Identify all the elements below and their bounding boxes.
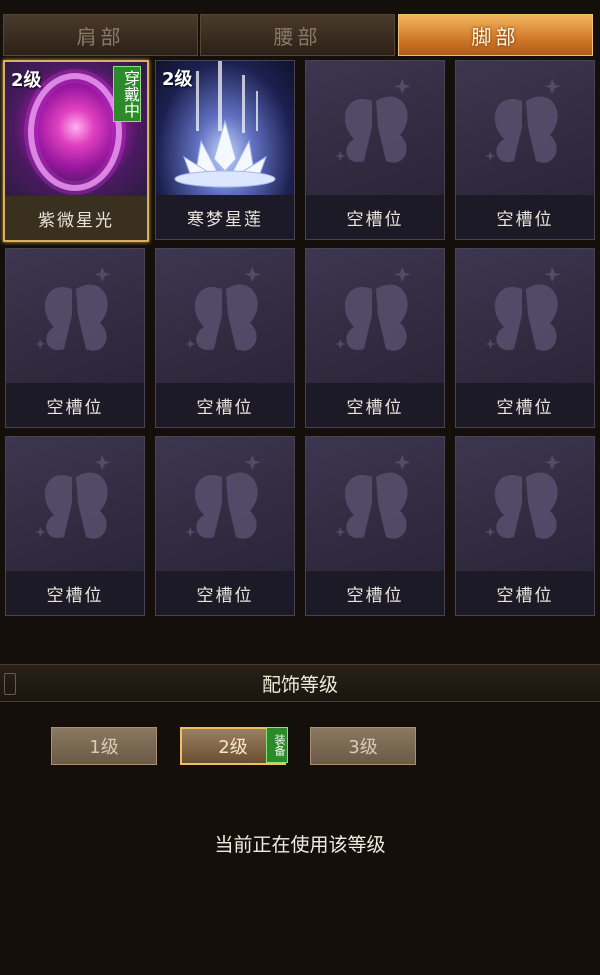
slot-name: 空槽位 (306, 195, 444, 239)
slot-name: 空槽位 (456, 195, 594, 239)
butterfly-placeholder-icon (306, 437, 444, 571)
slot-name: 空槽位 (306, 383, 444, 427)
section-header: 配饰等级 (0, 664, 600, 702)
butterfly-placeholder-icon (156, 249, 294, 383)
butterfly-placeholder-icon (6, 437, 144, 571)
level-3-button[interactable]: 3级 (310, 727, 416, 765)
slot-name: 紫微星光 (5, 196, 147, 240)
slot-7[interactable]: 空槽位 (305, 248, 445, 428)
slot-name: 空槽位 (6, 571, 144, 615)
slot-name: 寒梦星莲 (156, 195, 294, 239)
tab-shoulder[interactable]: 肩部 (3, 14, 198, 56)
butterfly-placeholder-icon (456, 249, 594, 383)
slot-name: 空槽位 (456, 571, 594, 615)
slot-11[interactable]: 空槽位 (305, 436, 445, 616)
butterfly-placeholder-icon (156, 437, 294, 571)
level-tag: 2级 (11, 70, 42, 91)
slot-8[interactable]: 空槽位 (455, 248, 595, 428)
butterfly-placeholder-icon (456, 437, 594, 571)
tab-waist[interactable]: 腰部 (200, 14, 395, 56)
slot-2[interactable]: 2级 寒梦星莲 (155, 60, 295, 240)
slot-6[interactable]: 空槽位 (155, 248, 295, 428)
level-1-button[interactable]: 1级 (51, 727, 157, 765)
slot-name: 空槽位 (456, 383, 594, 427)
section-title: 配饰等级 (261, 673, 338, 696)
slot-4[interactable]: 空槽位 (455, 60, 595, 240)
slot-1[interactable]: 2级 穿戴中 紫微星光 (3, 60, 149, 242)
butterfly-placeholder-icon (456, 61, 594, 195)
slot-name: 空槽位 (156, 383, 294, 427)
tab-bar: 肩部 腰部 脚部 (0, 14, 600, 58)
tab-feet[interactable]: 脚部 (398, 14, 593, 56)
butterfly-placeholder-icon (306, 249, 444, 383)
slot-3[interactable]: 空槽位 (305, 60, 445, 240)
status-text: 当前正在使用该等级 (214, 834, 386, 856)
butterfly-placeholder-icon (6, 249, 144, 383)
slot-12[interactable]: 空槽位 (455, 436, 595, 616)
slot-name: 空槽位 (6, 383, 144, 427)
wearing-badge: 穿戴中 (113, 66, 141, 122)
level-tag: 2级 (162, 69, 193, 90)
slot-5[interactable]: 空槽位 (5, 248, 145, 428)
butterfly-placeholder-icon (306, 61, 444, 195)
slot-9[interactable]: 空槽位 (5, 436, 145, 616)
equipped-badge: 装备 (266, 727, 288, 763)
slot-10[interactable]: 空槽位 (155, 436, 295, 616)
slot-name: 空槽位 (306, 571, 444, 615)
slot-name: 空槽位 (156, 571, 294, 615)
